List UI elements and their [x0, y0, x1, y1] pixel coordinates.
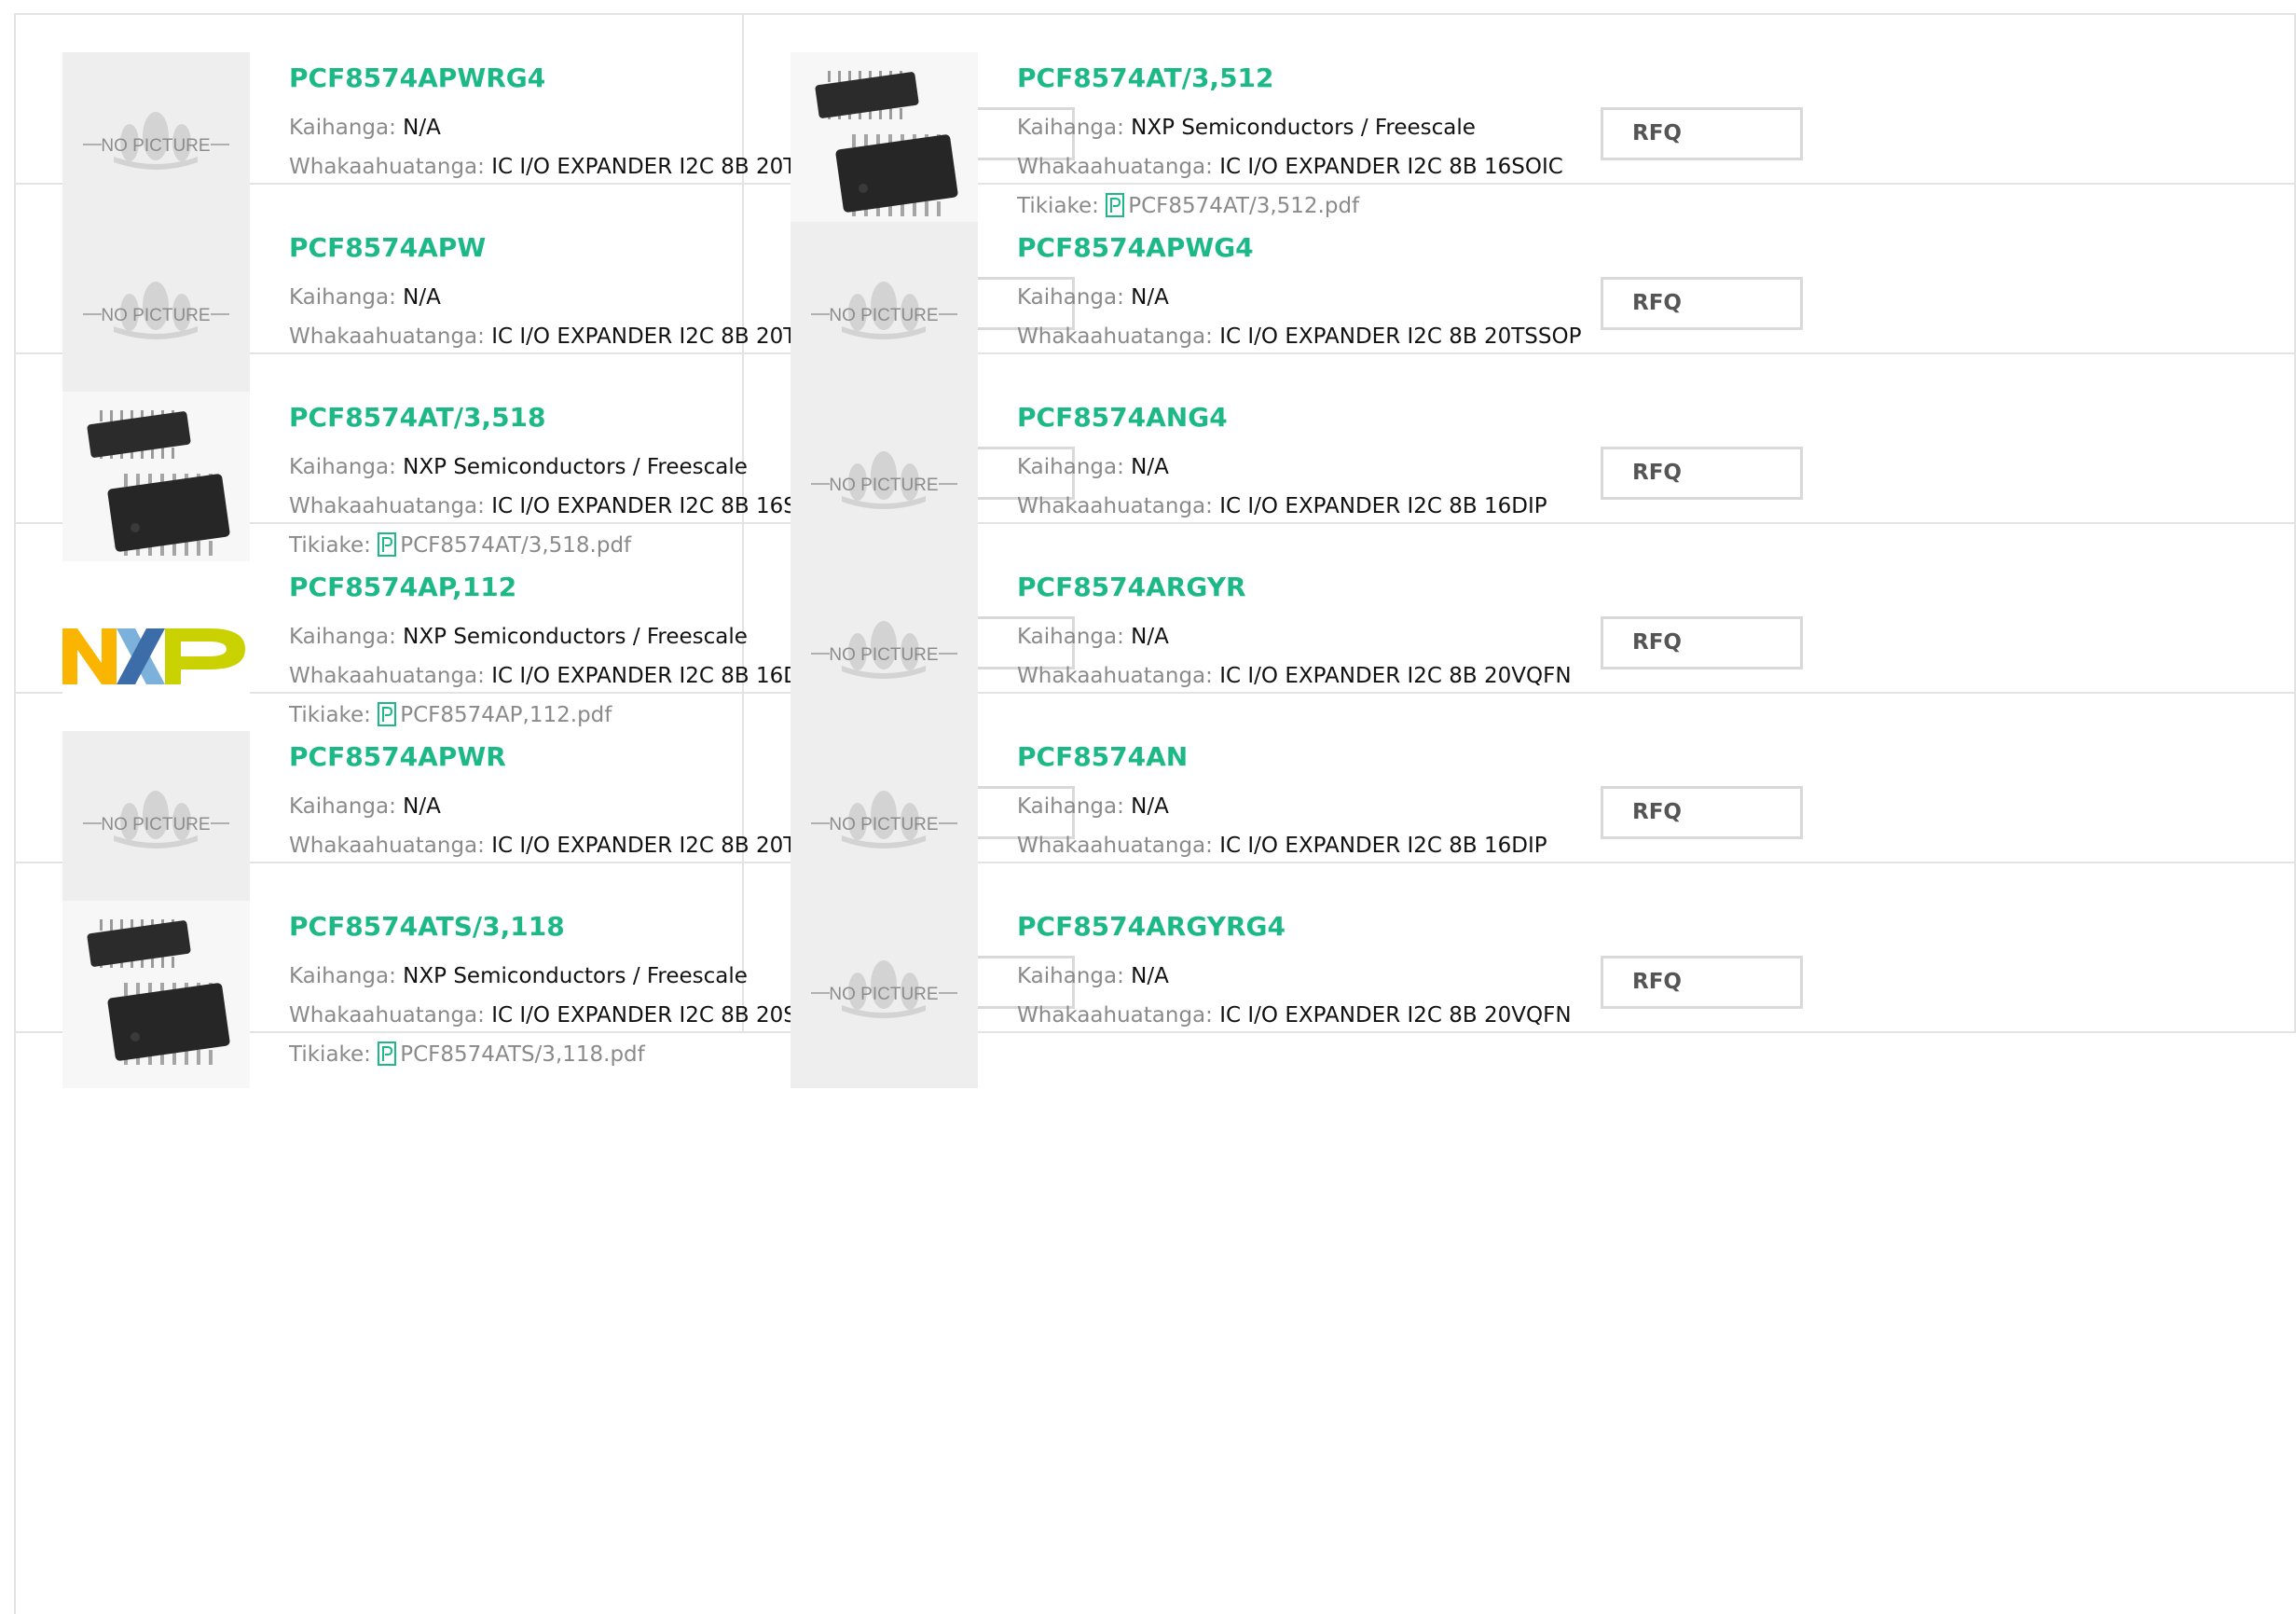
- rfq-button[interactable]: RFQ: [1601, 107, 1803, 160]
- description-value: IC I/O EXPANDER I2C 8B 16DIP: [1219, 834, 1547, 858]
- description-label: Whakaahuatanga:: [289, 1003, 485, 1028]
- product-card: NO PICTURE PCF8574APWRG4 Kaihanga: N/A W…: [16, 15, 1075, 240]
- rfq-button[interactable]: RFQ: [1601, 616, 1803, 669]
- manufacturer-label: Kaihanga:: [289, 116, 396, 140]
- product-info: PCF8574ANG4 Kaihanga: N/A Whakaahuatanga…: [1017, 401, 1595, 526]
- manufacturer-value: N/A: [403, 285, 441, 310]
- manufacturer-value: NXP Semiconductors / Freescale: [403, 625, 748, 649]
- no-picture-text: NO PICTURE: [829, 985, 938, 1004]
- manufacturer-row: Kaihanga: NXP Semiconductors / Freescale: [1017, 108, 1595, 147]
- no-picture-text: NO PICTURE: [101, 815, 210, 835]
- no-picture-text: NO PICTURE: [101, 136, 210, 156]
- part-number-link[interactable]: PCF8574AT/3,512: [1017, 62, 1595, 95]
- manufacturer-row: Kaihanga: N/A: [1017, 957, 1595, 996]
- description-row: Whakaahuatanga: IC I/O EXPANDER I2C 8B 2…: [1017, 317, 1595, 356]
- no-picture-text: NO PICTURE: [829, 815, 938, 835]
- product-card: NO PICTURE PCF8574ARGYR Kaihanga: N/A Wh…: [744, 524, 2296, 749]
- description-value: IC I/O EXPANDER I2C 8B 16SOIC: [1219, 155, 1563, 179]
- no-picture-text: NO PICTURE: [101, 306, 210, 325]
- manufacturer-value: N/A: [403, 794, 441, 819]
- product-card: PCF8574AT/3,512 Kaihanga: NXP Semiconduc…: [744, 15, 2296, 240]
- rfq-button[interactable]: RFQ: [1601, 447, 1803, 500]
- product-card: NO PICTURE PCF8574ANG4 Kaihanga: N/A Wha…: [744, 354, 2296, 579]
- manufacturer-row: Kaihanga: N/A: [1017, 617, 1595, 656]
- manufacturer-label: Kaihanga:: [289, 794, 396, 819]
- manufacturer-label: Kaihanga:: [1017, 285, 1124, 310]
- manufacturer-value: N/A: [1131, 455, 1169, 479]
- product-info: PCF8574ARGYR Kaihanga: N/A Whakaahuatang…: [1017, 571, 1595, 696]
- description-row: Whakaahuatanga: IC I/O EXPANDER I2C 8B 1…: [1017, 147, 1595, 186]
- manufacturer-label: Kaihanga:: [1017, 116, 1124, 140]
- product-info: PCF8574APWG4 Kaihanga: N/A Whakaahuatang…: [1017, 231, 1595, 356]
- manufacturer-label: Kaihanga:: [289, 455, 396, 479]
- description-label: Whakaahuatanga:: [289, 155, 485, 179]
- description-label: Whakaahuatanga:: [1017, 494, 1213, 518]
- no-picture-text: NO PICTURE: [829, 476, 938, 495]
- product-thumbnail[interactable]: [62, 901, 250, 1088]
- description-label: Whakaahuatanga:: [289, 324, 485, 349]
- product-card: NO PICTURE PCF8574APW Kaihanga: N/A Whak…: [16, 185, 1075, 409]
- product-card: NO PICTURE PCF8574APWG4 Kaihanga: N/A Wh…: [744, 185, 2296, 409]
- description-value: IC I/O EXPANDER I2C 8B 20TSSOP: [1219, 324, 1582, 349]
- manufacturer-row: Kaihanga: N/A: [1017, 448, 1595, 487]
- datasheet-row: Tikiake: PCF8574ATS/3,118.pdf: [289, 1035, 867, 1074]
- description-label: Whakaahuatanga:: [1017, 834, 1213, 858]
- description-row: Whakaahuatanga: IC I/O EXPANDER I2C 8B 2…: [1017, 656, 1595, 696]
- no-picture-text: NO PICTURE: [829, 645, 938, 665]
- manufacturer-label: Kaihanga:: [1017, 625, 1124, 649]
- manufacturer-label: Kaihanga:: [1017, 964, 1124, 988]
- description-value: IC I/O EXPANDER I2C 8B 16DIP: [1219, 494, 1547, 518]
- product-card: NXP PCF8574AP,112 Kaihanga: NXP Semicond…: [16, 524, 1075, 749]
- rfq-button[interactable]: RFQ: [1601, 277, 1803, 330]
- datasheet-filename: PCF8574ATS/3,118.pdf: [400, 1042, 645, 1067]
- manufacturer-value: NXP Semiconductors / Freescale: [1131, 116, 1476, 140]
- no-picture-text: NO PICTURE: [829, 306, 938, 325]
- part-number-link[interactable]: PCF8574AN: [1017, 740, 1595, 774]
- product-card: NO PICTURE PCF8574ARGYRG4 Kaihanga: N/A …: [744, 863, 2296, 1088]
- description-value: IC I/O EXPANDER I2C 8B 20VQFN: [1219, 1003, 1572, 1028]
- product-grid: NO PICTURE PCF8574APWRG4 Kaihanga: N/A W…: [14, 13, 2296, 1614]
- product-info: PCF8574AN Kaihanga: N/A Whakaahuatanga: …: [1017, 740, 1595, 865]
- product-thumbnail[interactable]: NO PICTURE: [791, 901, 978, 1088]
- description-label: Whakaahuatanga:: [289, 834, 485, 858]
- description-label: Whakaahuatanga:: [1017, 324, 1213, 349]
- manufacturer-value: N/A: [1131, 794, 1169, 819]
- product-card: NO PICTURE PCF8574APWR Kaihanga: N/A Wha…: [16, 694, 1075, 918]
- manufacturer-value: N/A: [1131, 625, 1169, 649]
- manufacturer-value: N/A: [403, 116, 441, 140]
- description-label: Whakaahuatanga:: [1017, 1003, 1213, 1028]
- description-row: Whakaahuatanga: IC I/O EXPANDER I2C 8B 1…: [1017, 487, 1595, 526]
- pdf-icon: [378, 1042, 397, 1066]
- manufacturer-value: N/A: [1131, 964, 1169, 988]
- manufacturer-value: NXP Semiconductors / Freescale: [403, 964, 748, 988]
- description-label: Whakaahuatanga:: [289, 664, 485, 688]
- manufacturer-label: Kaihanga:: [1017, 794, 1124, 819]
- description-label: Whakaahuatanga:: [1017, 155, 1213, 179]
- manufacturer-value: NXP Semiconductors / Freescale: [403, 455, 748, 479]
- description-label: Whakaahuatanga:: [1017, 664, 1213, 688]
- description-row: Whakaahuatanga: IC I/O EXPANDER I2C 8B 1…: [1017, 826, 1595, 865]
- manufacturer-label: Kaihanga:: [1017, 455, 1124, 479]
- description-value: IC I/O EXPANDER I2C 8B 20VQFN: [1219, 664, 1572, 688]
- rfq-button[interactable]: RFQ: [1601, 786, 1803, 839]
- part-number-link[interactable]: PCF8574APWG4: [1017, 231, 1595, 265]
- manufacturer-label: Kaihanga:: [289, 964, 396, 988]
- manufacturer-row: Kaihanga: N/A: [1017, 787, 1595, 826]
- rfq-button[interactable]: RFQ: [1601, 956, 1803, 1009]
- manufacturer-value: N/A: [1131, 285, 1169, 310]
- description-row: Whakaahuatanga: IC I/O EXPANDER I2C 8B 2…: [1017, 996, 1595, 1035]
- manufacturer-label: Kaihanga:: [289, 625, 396, 649]
- datasheet-label: Tikiake:: [289, 1042, 371, 1067]
- product-card: PCF8574AT/3,518 Kaihanga: NXP Semiconduc…: [16, 354, 1075, 579]
- manufacturer-row: Kaihanga: N/A: [1017, 278, 1595, 317]
- product-card: NO PICTURE PCF8574AN Kaihanga: N/A Whaka…: [744, 694, 2296, 918]
- manufacturer-label: Kaihanga:: [289, 285, 396, 310]
- description-label: Whakaahuatanga:: [289, 494, 485, 518]
- product-card: PCF8574ATS/3,118 Kaihanga: NXP Semicondu…: [16, 863, 1075, 1088]
- part-number-link[interactable]: PCF8574ARGYRG4: [1017, 910, 1595, 944]
- part-number-link[interactable]: PCF8574ANG4: [1017, 401, 1595, 435]
- part-number-link[interactable]: PCF8574ARGYR: [1017, 571, 1595, 604]
- datasheet-link[interactable]: PCF8574ATS/3,118.pdf: [378, 1042, 645, 1067]
- product-info: PCF8574ARGYRG4 Kaihanga: N/A Whakaahuata…: [1017, 910, 1595, 1035]
